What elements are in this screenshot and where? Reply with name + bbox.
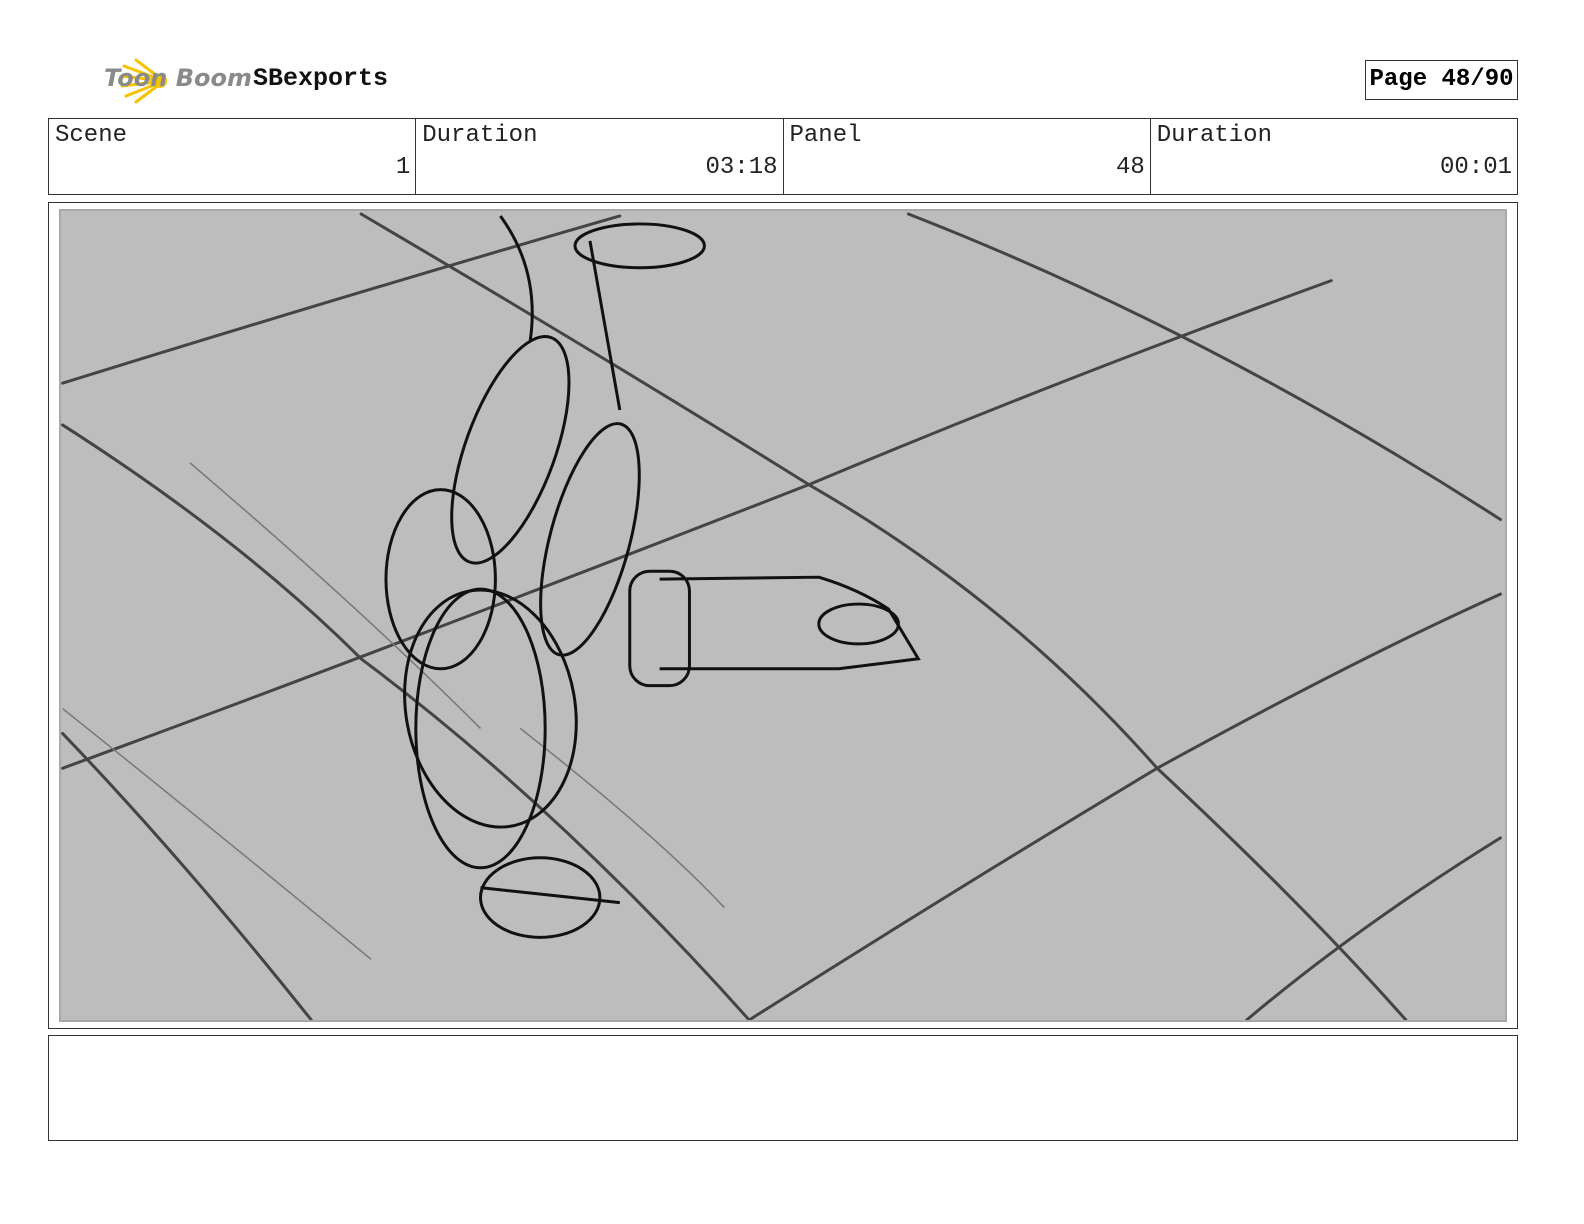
panel-duration-value: 00:01 <box>1439 154 1512 181</box>
panel-value: 48 <box>1115 154 1145 181</box>
page-number: Page 48/90 <box>1365 60 1518 100</box>
scene-cell: Scene 1 <box>49 119 417 194</box>
scene-duration-value: 03:18 <box>705 154 778 181</box>
panel-duration-cell: Duration 00:01 <box>1151 119 1517 194</box>
logo-text: Toon Boom <box>104 64 252 92</box>
project-title: SBexports <box>253 64 389 93</box>
info-table: Scene 1 Duration 03:18 Panel 48 Duration 00:… <box>48 118 1518 195</box>
panel-duration-label: Duration <box>1156 122 1272 149</box>
scene-label: Scene <box>55 122 128 149</box>
storyboard-sketch-image <box>59 209 1507 1022</box>
scene-duration-label: Duration <box>422 122 538 149</box>
notes-box <box>48 1035 1518 1141</box>
panel-cell: Panel 48 <box>784 119 1151 194</box>
panel-label: Panel <box>789 122 862 149</box>
scene-duration-cell: Duration 03:18 <box>416 119 784 194</box>
scene-value: 1 <box>395 154 411 181</box>
